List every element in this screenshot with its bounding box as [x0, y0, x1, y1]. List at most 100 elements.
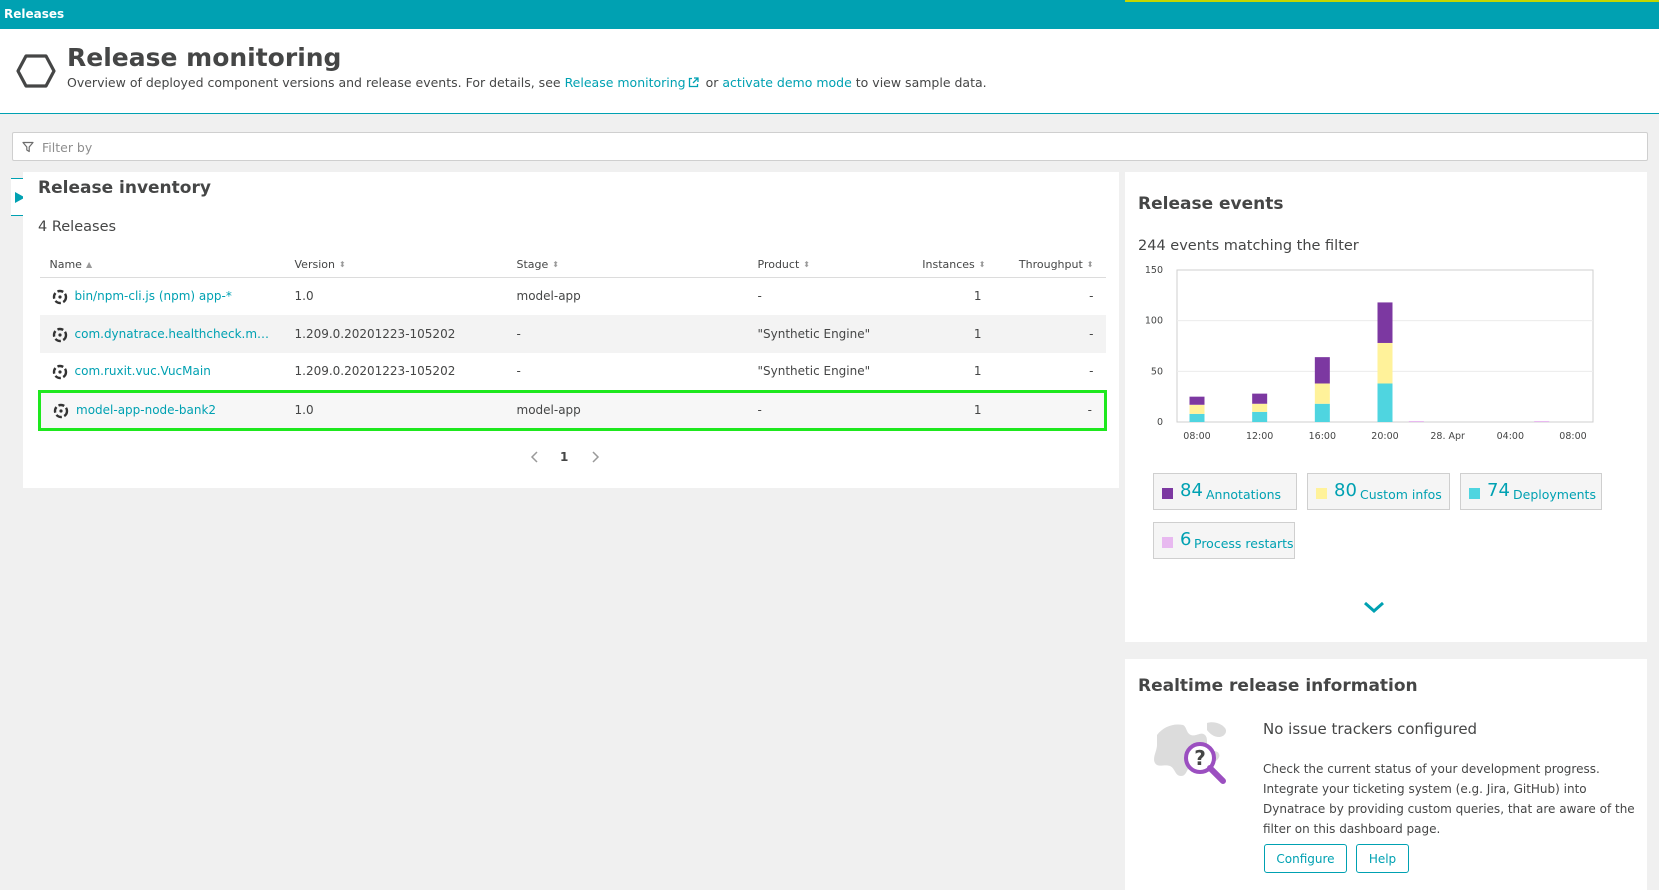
table-row[interactable]: com.ruxit.vuc.VucMain 1.209.0.20201223-1…	[40, 353, 1106, 391]
x-tick-label: 12:00	[1246, 431, 1273, 442]
table-row[interactable]: bin/npm-cli.js (npm) app-* 1.0 model-app…	[40, 277, 1106, 315]
chevron-left-icon[interactable]	[528, 450, 542, 464]
release-version: 1.0	[294, 289, 314, 304]
filter-icon	[22, 141, 34, 153]
custom-infos-swatch	[1316, 488, 1327, 499]
chart-bar-deployments	[1314, 403, 1330, 422]
chart-bar-annotations	[1314, 357, 1330, 384]
x-tick-label: 04:00	[1497, 431, 1524, 442]
col-instances[interactable]: Instances ⬍	[895, 254, 994, 278]
release-instances: 1	[895, 315, 994, 353]
legend-custom-infos[interactable]: 80 Custom infos	[1307, 473, 1450, 510]
legend-annotations[interactable]: 84 Annotations	[1153, 473, 1297, 510]
chart-bar-annotations	[1377, 302, 1393, 343]
deployments-swatch	[1469, 488, 1480, 499]
col-version[interactable]: Version ⬍	[294, 254, 517, 278]
col-name[interactable]: Name ▲	[39, 254, 295, 278]
hexagon-icon	[16, 54, 56, 88]
release-stage: -	[516, 364, 521, 379]
col-throughput[interactable]: Throughput ⬍	[993, 254, 1106, 278]
process-icon	[52, 364, 67, 379]
y-tick-label: 150	[1145, 265, 1163, 276]
world-search-icon: ?	[1154, 722, 1227, 784]
release-stage: model-app	[516, 289, 581, 304]
chart-bar-custom-infos	[1314, 383, 1330, 404]
annotations-swatch	[1162, 488, 1173, 499]
x-tick-label: 16:00	[1309, 431, 1336, 442]
breadcrumb[interactable]: Releases	[4, 7, 64, 21]
release-instances: 1	[895, 389, 994, 431]
sort-icon: ⬍	[552, 259, 559, 269]
page-title: Release monitoring	[67, 43, 342, 72]
release-product: "Synthetic Engine"	[757, 364, 871, 379]
help-button[interactable]: Help	[1356, 844, 1409, 873]
events-chart[interactable]: 0 50 100 150 08:00 12:00 16:00 20:00 28. Apr 04:0…	[1125, 262, 1647, 444]
release-name-link[interactable]: bin/npm-cli.js (npm) app-*	[75, 289, 232, 303]
no-trackers-heading: No issue trackers configured	[1263, 720, 1478, 738]
sort-icon: ⬍	[978, 259, 986, 269]
filter-input[interactable]	[42, 138, 1632, 156]
process-icon	[52, 289, 67, 304]
page-description: Overview of deployed component versions …	[67, 75, 987, 90]
sort-asc-icon: ▲	[85, 259, 93, 269]
x-tick-label: 20:00	[1371, 431, 1398, 442]
release-stage: model-app	[516, 389, 758, 431]
page-header: Release monitoring Overview of deployed …	[0, 29, 1659, 114]
chevron-down-icon[interactable]	[1362, 600, 1386, 614]
table-row[interactable]: com.dynatrace.healthcheck.monitoring.Mai…	[39, 315, 1106, 353]
legend-process-restarts[interactable]: 6 Process restarts	[1153, 522, 1295, 559]
chart-bar-deployments	[1189, 413, 1205, 422]
release-inventory-card: Release inventory 4 Releases Name ▲ Versi…	[23, 172, 1119, 488]
y-tick-label: 100	[1145, 316, 1163, 327]
demo-mode-link[interactable]: activate demo mode	[722, 75, 851, 90]
release-version: 1.209.0.20201223-105202	[294, 315, 517, 353]
progress-line	[1125, 0, 1659, 2]
realtime-description: Check the current status of your develop…	[1263, 762, 1635, 836]
top-bar: Releases	[0, 0, 1659, 29]
external-link-icon[interactable]	[688, 77, 699, 88]
chart-bar-annotations	[1252, 393, 1268, 404]
table-row-highlighted[interactable]: model-app-node-bank2 1.0 model-app - 1 -	[38, 389, 1107, 431]
col-product[interactable]: Product ⬍	[757, 254, 896, 278]
process-restarts-swatch	[1162, 537, 1173, 548]
process-restarts-count: 6	[1180, 529, 1192, 550]
realtime-title: Realtime release information	[1138, 676, 1418, 696]
release-name-link[interactable]: model-app-node-bank2	[76, 403, 216, 417]
legend-deployments[interactable]: 74 Deployments	[1460, 473, 1602, 510]
release-product: -	[757, 289, 762, 304]
desc-suffix: to view sample data.	[855, 75, 987, 90]
sort-icon: ⬍	[338, 259, 346, 269]
release-throughput: -	[993, 315, 1106, 353]
annotations-label: Annotations	[1206, 487, 1282, 502]
chevron-right-icon[interactable]	[588, 450, 602, 464]
release-events-card: Release events 244 events matching the f…	[1125, 172, 1647, 642]
desc-mid: or	[705, 75, 719, 90]
custom-infos-label: Custom infos	[1360, 487, 1442, 502]
chart-bar-custom-infos	[1377, 342, 1393, 384]
release-throughput: -	[1089, 364, 1094, 379]
custom-infos-count: 80	[1334, 480, 1357, 501]
table-header: Name ▲ Version ⬍ Stage ⬍ Product ⬍ Instances…	[39, 254, 1106, 278]
deployments-count: 74	[1487, 480, 1510, 501]
sort-icon: ⬍	[1086, 259, 1094, 269]
configure-button[interactable]: Configure	[1264, 844, 1347, 873]
process-icon	[52, 327, 67, 342]
process-restarts-label: Process restarts	[1194, 536, 1294, 551]
x-tick-label: 08:00	[1559, 431, 1586, 442]
chart-bar-deployments	[1252, 411, 1268, 422]
realtime-release-card: Realtime release information ? No issue …	[1125, 659, 1647, 890]
chart-bar-custom-infos	[1252, 403, 1268, 412]
chart-bar-deployments	[1377, 383, 1393, 422]
release-instances: 1	[973, 364, 982, 379]
release-monitoring-link[interactable]: Release monitoring	[565, 75, 686, 90]
y-tick-label: 50	[1151, 366, 1163, 377]
page-number[interactable]: 1	[560, 450, 568, 464]
filter-bar[interactable]	[12, 132, 1648, 161]
chart-bar-process-restarts	[1408, 420, 1424, 422]
col-stage[interactable]: Stage ⬍	[516, 254, 758, 278]
release-name-link[interactable]: com.dynatrace.healthcheck.monitoring.Mai…	[75, 327, 275, 341]
chart-bar-annotations	[1189, 396, 1205, 405]
release-stage: -	[516, 315, 758, 353]
release-name-link[interactable]: com.ruxit.vuc.VucMain	[75, 364, 211, 378]
chart-bar-custom-infos	[1189, 404, 1205, 414]
